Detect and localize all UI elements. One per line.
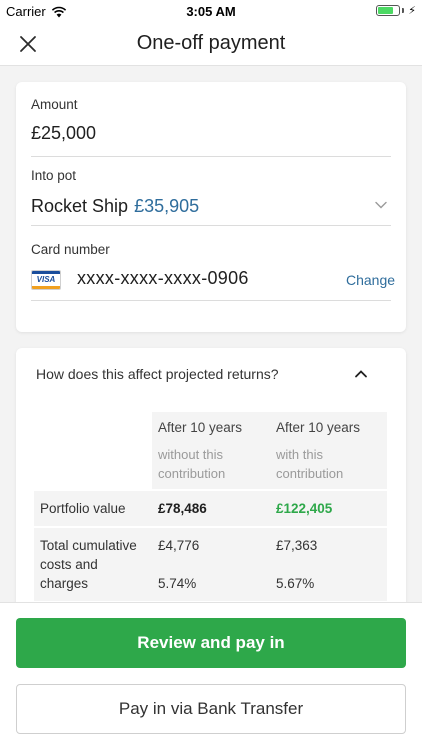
column-header-with: After 10 years (270, 412, 387, 439)
column-subtitle-with: with this contribution (270, 439, 387, 490)
status-time: 3:05 AM (186, 4, 236, 19)
cost-amount-without: £4,776 (158, 538, 200, 553)
returns-table: After 10 years After 10 years without th… (34, 412, 387, 601)
pot-selector[interactable]: Rocket Ship £35,905 (31, 196, 199, 217)
table-subheader-row: without this contribution with this cont… (34, 439, 387, 490)
nav-bar: One-off payment (0, 22, 422, 66)
value-without: £4,776 5.74% (152, 526, 270, 601)
card-brand: VISA (36, 275, 56, 284)
projected-returns-card: How does this affect projected returns? … (16, 348, 406, 608)
bank-transfer-button[interactable]: Pay in via Bank Transfer (16, 684, 406, 734)
pot-name: Rocket Ship (31, 196, 129, 216)
review-and-pay-button[interactable]: Review and pay in (16, 618, 406, 668)
table-row: Total cumulative costs and charges £4,77… (34, 526, 387, 601)
value-with: £122,405 (270, 489, 387, 527)
row-label: Portfolio value (34, 489, 152, 527)
payment-details-card: Amount £25,000 Into pot Rocket Ship £35,9… (16, 82, 406, 332)
pot-balance: £35,905 (134, 196, 200, 216)
card-number-label: Card number (31, 242, 110, 257)
footer-actions: Review and pay in Pay in via Bank Transf… (0, 602, 422, 750)
divider (31, 300, 391, 301)
amount-label: Amount (31, 97, 78, 112)
table-row: Portfolio value £78,486 £122,405 (34, 489, 387, 527)
cost-percent-with: 5.67% (276, 576, 315, 591)
row-label: Total cumulative costs and charges (34, 526, 152, 601)
change-card-link[interactable]: Change (346, 272, 395, 288)
value-with: £7,363 5.67% (270, 526, 387, 601)
pot-label: Into pot (31, 168, 77, 183)
page-title: One-off payment (136, 32, 286, 54)
value-without: £78,486 (152, 489, 270, 527)
chevron-down-icon[interactable] (374, 198, 388, 212)
column-header-without: After 10 years (152, 412, 270, 439)
divider (31, 225, 391, 226)
table-header-row: After 10 years After 10 years (34, 412, 387, 439)
status-bar: Carrier 3:05 AM ⚡ (0, 0, 422, 22)
amount-input[interactable]: £25,000 (31, 123, 96, 144)
cost-percent-without: 5.74% (158, 576, 197, 591)
charging-bolt-icon: ⚡ (408, 5, 416, 17)
returns-question[interactable]: How does this affect projected returns? (36, 366, 279, 382)
cost-amount-with: £7,363 (276, 538, 318, 553)
card-number-value: xxxx-xxxx-xxxx-0906 (77, 268, 249, 288)
column-subtitle-without: without this contribution (152, 439, 270, 490)
battery-icon: ⚡ (376, 4, 416, 17)
divider (31, 156, 391, 157)
chevron-up-icon[interactable] (353, 366, 369, 382)
visa-card-icon: VISA (31, 270, 61, 290)
